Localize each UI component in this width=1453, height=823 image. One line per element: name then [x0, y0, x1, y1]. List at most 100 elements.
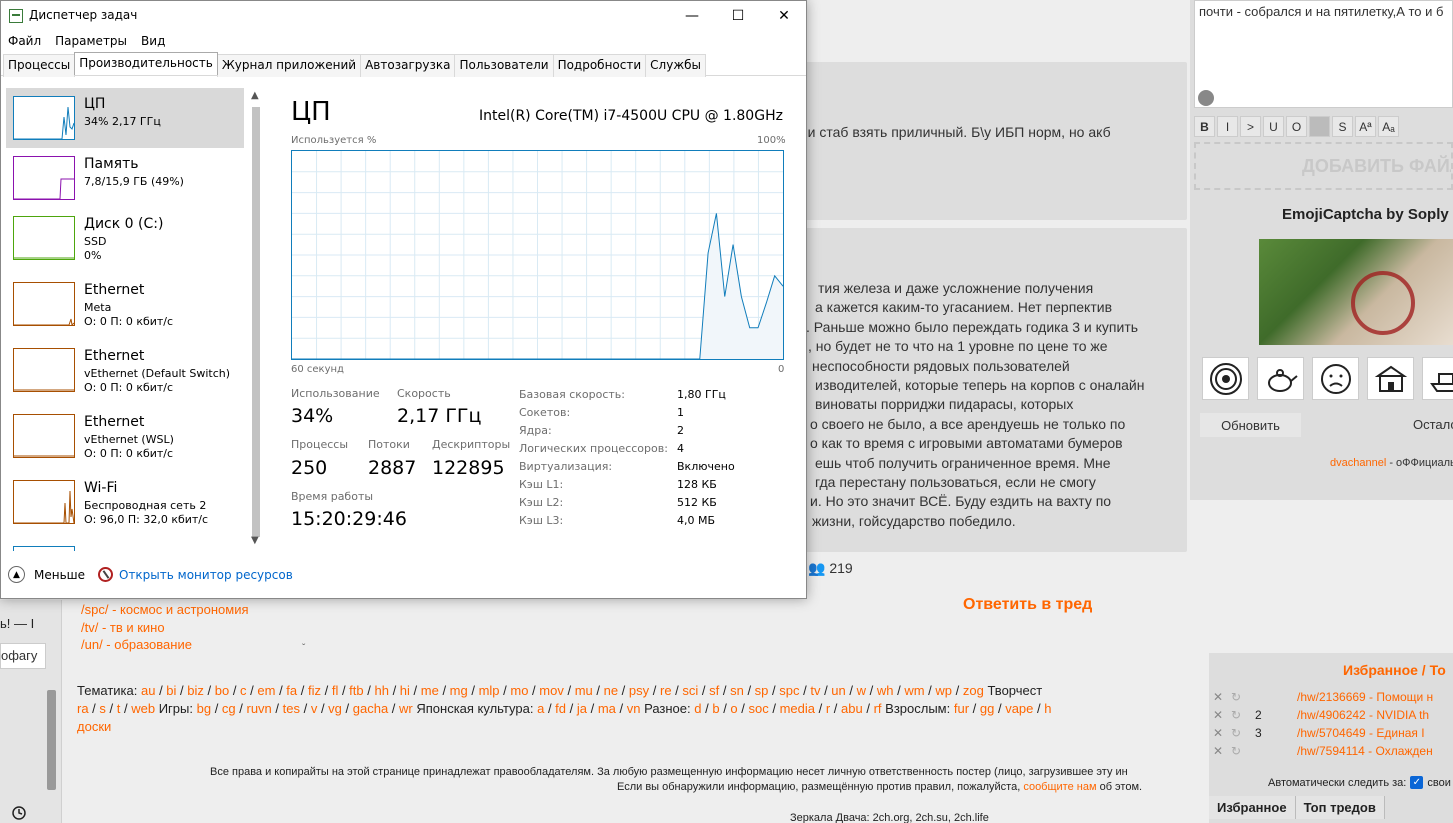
building-icon[interactable]: [1367, 357, 1414, 400]
board-link[interactable]: sf: [709, 683, 719, 698]
format-subscript-button[interactable]: Aₐ: [1378, 116, 1399, 137]
board-link[interactable]: bg: [197, 701, 211, 716]
favorite-thread-link[interactable]: /hw/2136669 - Помощи н: [1297, 690, 1433, 704]
minimize-button[interactable]: —: [669, 1, 715, 31]
board-link[interactable]: psy: [629, 683, 649, 698]
format-italic-button[interactable]: I: [1217, 116, 1238, 137]
format-superscript-button[interactable]: Aª: [1355, 116, 1376, 137]
favorite-thread-link[interactable]: /hw/5704649 - Единая I: [1297, 726, 1425, 740]
board-link[interactable]: ra: [77, 701, 89, 716]
board-link[interactable]: gg: [980, 701, 994, 716]
board-link[interactable]: abu: [841, 701, 863, 716]
board-link[interactable]: o: [730, 701, 737, 716]
remove-icon[interactable]: ✕: [1213, 708, 1231, 722]
board-link[interactable]: wh: [877, 683, 894, 698]
board-link[interactable]: cg: [222, 701, 236, 716]
tab-details[interactable]: Подробности: [552, 54, 647, 77]
remove-icon[interactable]: ✕: [1213, 726, 1231, 740]
board-link[interactable]: zog: [963, 683, 984, 698]
board-link[interactable]: me: [421, 683, 439, 698]
board-link[interactable]: bi: [166, 683, 176, 698]
refresh-icon[interactable]: ↻: [1231, 690, 1255, 704]
menu-options[interactable]: Параметры: [48, 31, 134, 51]
reply-textarea[interactable]: почти - собрался и на пятилетку,А то и б: [1194, 0, 1453, 108]
board-link[interactable]: vape: [1005, 701, 1033, 716]
chevron-up-icon[interactable]: ▲: [8, 566, 25, 583]
resource-list-scrollbar[interactable]: ▲ ▼: [248, 89, 262, 549]
fewer-details-link[interactable]: Меньше: [34, 568, 85, 582]
chevron-up-icon[interactable]: ▲: [251, 90, 259, 101]
board-link[interactable]: ja: [577, 701, 587, 716]
board-link[interactable]: re: [660, 683, 672, 698]
tab-services[interactable]: Службы: [645, 54, 707, 77]
format-strike-button[interactable]: S: [1332, 116, 1353, 137]
report-link[interactable]: сообщите нам: [1023, 781, 1096, 793]
board-link[interactable]: v: [311, 701, 318, 716]
board-link[interactable]: /un/ - образование: [81, 636, 249, 654]
board-link[interactable]: mu: [575, 683, 593, 698]
format-spoiler-button[interactable]: [1309, 116, 1330, 137]
board-link[interactable]: gacha: [353, 701, 388, 716]
refresh-icon[interactable]: ↻: [1231, 708, 1255, 722]
board-link[interactable]: au: [141, 683, 155, 698]
board-link[interactable]: wm: [904, 683, 924, 698]
tab-app-history[interactable]: Журнал приложений: [216, 54, 362, 77]
teapot-icon[interactable]: [1257, 357, 1304, 400]
board-link[interactable]: web: [131, 701, 155, 716]
reply-in-thread-link[interactable]: Ответить в тред: [963, 596, 1092, 614]
refresh-captcha-button[interactable]: Обновить: [1200, 413, 1301, 437]
chevron-down-icon[interactable]: ▼: [251, 535, 259, 546]
board-link[interactable]: wp: [935, 683, 952, 698]
board-link[interactable]: a: [537, 701, 544, 716]
board-link[interactable]: fl: [332, 683, 339, 698]
board-link[interactable]: hh: [374, 683, 388, 698]
board-link[interactable]: sci: [682, 683, 698, 698]
format-quote-button[interactable]: >: [1240, 116, 1261, 137]
tab-users[interactable]: Пользователи: [454, 54, 554, 77]
tab-performance[interactable]: Производительность: [74, 52, 218, 75]
board-link[interactable]: media: [780, 701, 815, 716]
open-resource-monitor-link[interactable]: Открыть монитор ресурсов: [119, 568, 293, 582]
board-link[interactable]: rf: [874, 701, 882, 716]
sad-face-icon[interactable]: [1312, 357, 1359, 400]
board-link[interactable]: hi: [400, 683, 410, 698]
clock-icon[interactable]: [12, 806, 26, 823]
board-link[interactable]: soc: [749, 701, 769, 716]
board-link[interactable]: vn: [627, 701, 641, 716]
board-link[interactable]: em: [257, 683, 275, 698]
tab-processes[interactable]: Процессы: [3, 54, 76, 77]
tab-favorites[interactable]: Избранное: [1209, 796, 1296, 819]
sidebar-item[interactable]: ЦП 34% 2,17 ГГц: [6, 88, 244, 148]
sidebar-item[interactable]: Память 7,8/15,9 ГБ (49%): [6, 148, 244, 208]
sidebar-item-partial[interactable]: [13, 546, 75, 551]
board-link[interactable]: un: [831, 683, 845, 698]
board-link[interactable]: ruvn: [247, 701, 272, 716]
target-icon[interactable]: [1202, 357, 1249, 400]
board-link[interactable]: vg: [328, 701, 342, 716]
board-link[interactable]: h: [1044, 701, 1051, 716]
scroll-thumb[interactable]: [252, 107, 260, 537]
auto-follow-checkbox[interactable]: ✓: [1410, 776, 1424, 789]
add-file-dropzone[interactable]: ДОБАВИТЬ ФАЙЛ: [1194, 142, 1453, 190]
board-link[interactable]: sp: [755, 683, 769, 698]
format-underline-button[interactable]: U: [1263, 116, 1284, 137]
board-link[interactable]: ne: [604, 683, 618, 698]
board-link[interactable]: s: [99, 701, 106, 716]
board-link[interactable]: b: [712, 701, 719, 716]
board-link[interactable]: ma: [598, 701, 616, 716]
board-link[interactable]: fiz: [308, 683, 321, 698]
remove-icon[interactable]: ✕: [1213, 690, 1231, 704]
favorite-thread-link[interactable]: /hw/4906242 - NVIDIA th: [1297, 708, 1429, 722]
close-button[interactable]: ✕: [761, 1, 807, 31]
sidebar-item[interactable]: Диск 0 (C:) SSD 0%: [6, 208, 244, 268]
board-link[interactable]: biz: [187, 683, 204, 698]
board-link[interactable]: mlp: [479, 683, 500, 698]
refresh-icon[interactable]: ↻: [1231, 744, 1255, 758]
format-bold-button[interactable]: B: [1194, 116, 1215, 137]
format-overline-button[interactable]: O: [1286, 116, 1307, 137]
board-link[interactable]: fur: [954, 701, 969, 716]
board-link[interactable]: /tv/ - тв и кино: [81, 619, 249, 637]
remove-icon[interactable]: ✕: [1213, 744, 1231, 758]
left-panel-scrollbar[interactable]: [47, 690, 56, 790]
sidebar-item[interactable]: Ethernet Meta О: 0 П: 0 кбит/с: [6, 274, 244, 334]
